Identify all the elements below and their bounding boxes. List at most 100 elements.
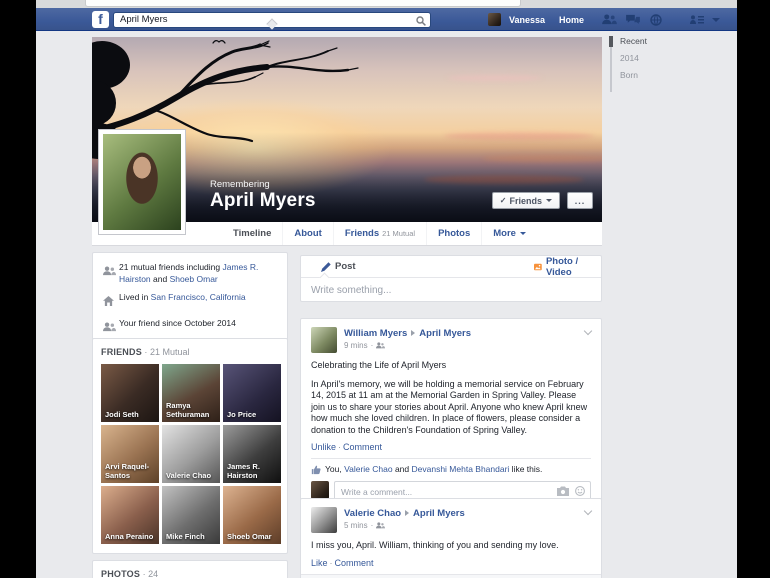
privacy-shortcuts-icon[interactable] bbox=[689, 14, 704, 26]
meta-separator: · bbox=[370, 521, 374, 530]
check-icon: ✓ bbox=[499, 196, 507, 205]
friend-name: Jodi Seth bbox=[105, 409, 139, 419]
camera-icon[interactable] bbox=[557, 486, 569, 496]
photos-box-title[interactable]: PHOTOS bbox=[101, 569, 140, 578]
likes-and: and bbox=[392, 464, 412, 474]
home-link[interactable]: Home bbox=[559, 15, 584, 25]
friend-tile[interactable]: Mike Finch bbox=[162, 486, 220, 544]
comment-link[interactable]: Comment bbox=[343, 442, 382, 452]
liker-link[interactable]: Devanshi Mehta Bhandari bbox=[412, 464, 510, 474]
city-link[interactable]: San Francisco, California bbox=[151, 292, 246, 302]
friend-tile[interactable]: Arvi Raquel-Santos bbox=[101, 425, 159, 483]
arrow-right-icon bbox=[405, 510, 410, 516]
page-title: April Myers bbox=[210, 190, 316, 211]
post-text-line: I miss you, April. William, thinking of … bbox=[311, 540, 559, 550]
post-byline: Valerie Chao April Myers bbox=[344, 508, 465, 519]
friends-box-title[interactable]: FRIENDS bbox=[101, 347, 142, 357]
composer-photo-label: Photo / Video bbox=[545, 255, 579, 278]
timeline-nav-recent[interactable]: Recent bbox=[609, 36, 647, 47]
composer-tab-post[interactable]: Post bbox=[311, 253, 518, 280]
tab-timeline[interactable]: Timeline bbox=[222, 222, 282, 245]
status-input[interactable]: Write something... bbox=[301, 278, 601, 303]
profile-picture[interactable] bbox=[98, 129, 186, 235]
composer-tab-photo-video[interactable]: Photo / Video bbox=[534, 256, 585, 278]
friend-name: Anna Peraino bbox=[105, 531, 154, 541]
comment-link[interactable]: Comment bbox=[335, 558, 374, 568]
liker-link[interactable]: Valerie Chao bbox=[344, 464, 393, 474]
post-author-link[interactable]: Valerie Chao bbox=[344, 508, 401, 519]
mutual-friend-link[interactable]: Shoeb Omar bbox=[170, 274, 218, 284]
photo-icon bbox=[534, 263, 542, 270]
screen: f Vanessa Home bbox=[0, 0, 770, 578]
mutual-friends-and: and bbox=[150, 273, 170, 284]
friend-tile[interactable]: James R. Hairston bbox=[223, 425, 281, 483]
mutual-friends-icon bbox=[103, 262, 119, 285]
timeline-nav-2014[interactable]: 2014 bbox=[610, 53, 647, 63]
friends-box: FRIENDS · 21 Mutual Jodi Seth Ramya Seth… bbox=[92, 338, 288, 554]
account-menu-caret-icon[interactable] bbox=[712, 17, 721, 22]
cover-buttons: ✓ Friends ... bbox=[491, 192, 593, 209]
tab-about[interactable]: About bbox=[282, 222, 332, 245]
post-timestamp[interactable]: 5 mins bbox=[344, 521, 368, 530]
timeline-nav-born[interactable]: Born bbox=[610, 70, 647, 80]
post-target-link[interactable]: April Myers bbox=[419, 328, 471, 339]
friend-tile[interactable]: Jodi Seth bbox=[101, 364, 159, 422]
post-meta: 5 mins · bbox=[344, 521, 465, 530]
facebook-page: f Vanessa Home bbox=[36, 0, 737, 578]
friends-grid: Jodi Seth Ramya Sethuraman Jo Price Arvi… bbox=[101, 364, 281, 544]
avatar[interactable] bbox=[488, 13, 501, 26]
avatar[interactable] bbox=[311, 507, 337, 533]
tab-photos[interactable]: Photos bbox=[426, 222, 481, 245]
likes-prefix: You, bbox=[325, 464, 345, 474]
tab-more-label: More bbox=[493, 228, 516, 239]
friends-button[interactable]: ✓ Friends bbox=[491, 192, 560, 209]
friend-name: Ramya Sethuraman bbox=[166, 401, 210, 419]
friend-tile[interactable]: Shoeb Omar bbox=[223, 486, 281, 544]
unlike-link[interactable]: Unlike bbox=[311, 442, 336, 452]
friend-name: Valerie Chao bbox=[166, 470, 212, 480]
mutual-friends-text: 21 mutual friends including James R. Hai… bbox=[119, 262, 277, 285]
lived-in-row: Lived in San Francisco, California bbox=[103, 292, 277, 311]
post-actions: Like · Comment bbox=[311, 558, 591, 568]
tab-friends[interactable]: Friends 21 Mutual bbox=[332, 222, 426, 245]
friend-since-text: Your friend since October 2014 bbox=[119, 318, 236, 328]
remembering-label: Remembering bbox=[210, 179, 270, 190]
photos-box-header: PHOTOS · 24 bbox=[101, 569, 279, 578]
post-text: I miss you, April. William, thinking of … bbox=[311, 540, 591, 552]
notifications-globe-icon[interactable] bbox=[648, 13, 663, 26]
top-navigation-bar: f Vanessa Home bbox=[36, 8, 737, 31]
avatar[interactable] bbox=[311, 481, 329, 499]
post-timestamp[interactable]: 9 mins bbox=[344, 341, 368, 350]
friend-tile[interactable]: Ramya Sethuraman bbox=[162, 364, 220, 422]
avatar[interactable] bbox=[311, 327, 337, 353]
profile-link[interactable]: Vanessa bbox=[509, 15, 545, 25]
smiley-icon[interactable] bbox=[575, 485, 585, 496]
lived-in-prefix: Lived in bbox=[119, 292, 151, 302]
meta-separator: · bbox=[370, 341, 374, 350]
friend-tile[interactable]: Valerie Chao bbox=[162, 425, 220, 483]
topbar-right-cluster: Vanessa Home bbox=[488, 8, 721, 31]
search-icon[interactable] bbox=[416, 15, 426, 26]
tab-more[interactable]: More bbox=[481, 222, 537, 245]
post-composer: Post Photo / Video Write something... bbox=[300, 255, 602, 302]
timeline-year-nav: Recent 2014 Born bbox=[609, 36, 647, 92]
friend-requests-icon[interactable] bbox=[602, 14, 617, 26]
facebook-logo[interactable]: f bbox=[92, 11, 109, 28]
photos-box-count: 24 bbox=[148, 569, 159, 578]
like-link[interactable]: Like bbox=[311, 558, 328, 568]
mutual-friends-prefix: 21 mutual friends including bbox=[119, 262, 223, 272]
tab-friends-label: Friends bbox=[344, 228, 380, 239]
post-target-link[interactable]: April Myers bbox=[413, 508, 465, 519]
likes-suffix: like this. bbox=[509, 464, 543, 474]
post-author-link[interactable]: William Myers bbox=[344, 328, 407, 339]
friend-tile[interactable]: Anna Peraino bbox=[101, 486, 159, 544]
more-options-button[interactable]: ... bbox=[567, 192, 593, 209]
post-text-line: Celebrating the Life of April Myers bbox=[311, 360, 447, 370]
browser-address-bar-remnant bbox=[85, 0, 521, 7]
messages-icon[interactable] bbox=[625, 14, 640, 26]
chevron-down-icon bbox=[519, 232, 526, 235]
tab-friends-count: 21 Mutual bbox=[382, 229, 416, 238]
composer-tabs: Post Photo / Video bbox=[301, 253, 601, 283]
friend-tile[interactable]: Jo Price bbox=[223, 364, 281, 422]
post-byline: William Myers April Myers bbox=[344, 328, 471, 339]
